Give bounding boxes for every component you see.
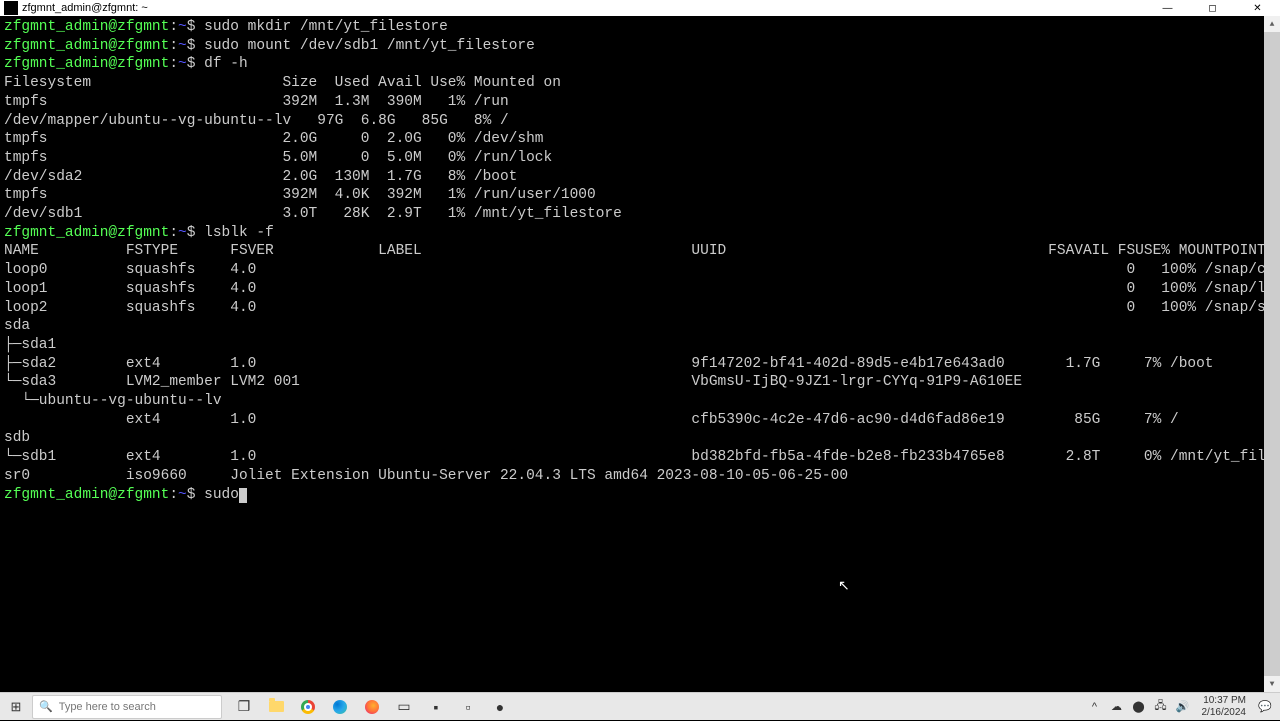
df-row: /dev/mapper/ubuntu--vg-ubuntu--lv 97G 6.… xyxy=(4,113,509,129)
command-line: sudo mkdir /mnt/yt_filestore xyxy=(204,19,448,35)
windows-taskbar: ⊞ 🔍 Type here to search ❐ ▭ ▪ ▫ ● ^ ☁ ⬤ … xyxy=(0,692,1280,720)
command-line: lsblk -f xyxy=(204,225,274,241)
clock-time: 10:37 PM xyxy=(1202,695,1247,707)
scroll-track[interactable] xyxy=(1264,32,1280,676)
tray-overflow-icon[interactable]: ^ xyxy=(1086,693,1104,721)
edge-icon[interactable] xyxy=(324,693,356,721)
df-row: /dev/sda2 2.0G 130M 1.7G 8% /boot xyxy=(4,169,517,185)
lsblk-row: sdb xyxy=(4,430,30,446)
command-line: sudo xyxy=(204,487,239,503)
volume-icon[interactable]: 🔊 xyxy=(1174,693,1192,721)
notifications-icon[interactable]: 💬 xyxy=(1256,693,1274,721)
vertical-scrollbar[interactable]: ▲ ▼ xyxy=(1264,16,1280,692)
command-line: sudo mount /dev/sdb1 /mnt/yt_filestore xyxy=(204,38,535,54)
scroll-down-button[interactable]: ▼ xyxy=(1264,676,1280,692)
lsblk-row: └─ubuntu--vg-ubuntu--lv xyxy=(4,393,222,409)
lsblk-row: ├─sda2 ext4 1.0 9f147202-bf41-402d-89d5-… xyxy=(4,356,1214,372)
df-row: tmpfs 392M 1.3M 390M 1% /run xyxy=(4,94,509,110)
clock-date: 2/16/2024 xyxy=(1202,707,1247,719)
terminal-icon[interactable]: ▪ xyxy=(420,693,452,721)
system-tray: ^ ☁ ⬤ 🖧 🔊 10:37 PM 2/16/2024 💬 xyxy=(1086,693,1280,721)
network-icon[interactable]: 🖧 xyxy=(1152,693,1170,721)
lsblk-row: loop0 squashfs 4.0 0 100% /snap/core20/1… xyxy=(4,262,1280,278)
taskbar-search[interactable]: 🔍 Type here to search xyxy=(32,695,222,719)
df-row: tmpfs 5.0M 0 5.0M 0% /run/lock xyxy=(4,150,552,166)
file-explorer-icon[interactable] xyxy=(260,693,292,721)
onedrive-icon[interactable]: ☁ xyxy=(1108,693,1126,721)
taskbar-clock[interactable]: 10:37 PM 2/16/2024 xyxy=(1196,695,1253,719)
taskbar-app-icon[interactable]: ▭ xyxy=(388,693,420,721)
lsblk-row: loop2 squashfs 4.0 0 100% /snap/snapd/19… xyxy=(4,300,1280,316)
prompt-user: zfgmnt_admin xyxy=(4,19,108,35)
scroll-thumb[interactable] xyxy=(1264,32,1280,676)
df-row: tmpfs 392M 4.0K 392M 1% /run/user/1000 xyxy=(4,187,596,203)
chrome-icon[interactable] xyxy=(292,693,324,721)
search-placeholder: Type here to search xyxy=(59,701,156,713)
taskbar-app-icon[interactable]: ● xyxy=(484,693,516,721)
lsblk-row: sda xyxy=(4,318,30,334)
prompt-path: ~ xyxy=(178,19,187,35)
lsblk-row: loop1 squashfs 4.0 0 100% /snap/lxd/2432… xyxy=(4,281,1280,297)
start-button[interactable]: ⊞ xyxy=(0,693,32,721)
window-titlebar: zfgmnt_admin@zfgmnt: ~ — ◻ ✕ xyxy=(0,0,1280,16)
maximize-button[interactable]: ◻ xyxy=(1190,0,1235,16)
scroll-up-button[interactable]: ▲ xyxy=(1264,16,1280,32)
taskbar-app-icon[interactable]: ▫ xyxy=(452,693,484,721)
prompt-host: zfgmnt xyxy=(117,19,169,35)
text-cursor xyxy=(239,488,247,503)
firefox-icon[interactable] xyxy=(356,693,388,721)
app-icon xyxy=(4,1,18,15)
lsblk-row: └─sdb1 ext4 1.0 bd382bfd-fb5a-4fde-b2e8-… xyxy=(4,449,1280,465)
lsblk-row: ├─sda1 xyxy=(4,337,56,353)
minimize-button[interactable]: — xyxy=(1145,0,1190,16)
tray-icon[interactable]: ⬤ xyxy=(1130,693,1148,721)
df-row: tmpfs 2.0G 0 2.0G 0% /dev/shm xyxy=(4,131,544,147)
lsblk-header: NAME FSTYPE FSVER LABEL UUID FSAVAIL FSU… xyxy=(4,243,1274,259)
command-line: df -h xyxy=(204,56,248,72)
search-icon: 🔍 xyxy=(39,700,53,713)
window-title: zfgmnt_admin@zfgmnt: ~ xyxy=(22,2,148,14)
df-row: /dev/sdb1 3.0T 28K 2.9T 1% /mnt/yt_files… xyxy=(4,206,622,222)
terminal-output[interactable]: zfgmnt_admin@zfgmnt:~$ sudo mkdir /mnt/y… xyxy=(0,16,1280,692)
lsblk-row: sr0 iso9660 Joliet Extension Ubuntu-Serv… xyxy=(4,468,848,484)
close-button[interactable]: ✕ xyxy=(1235,0,1280,16)
task-view-button[interactable]: ❐ xyxy=(228,693,260,721)
lsblk-row: └─sda3 LVM2_member LVM2 001 VbGmsU-IjBQ-… xyxy=(4,374,1022,390)
lsblk-row: ext4 1.0 cfb5390c-4c2e-47d6-ac90-d4d6fad… xyxy=(4,412,1179,428)
df-header: Filesystem Size Used Avail Use% Mounted … xyxy=(4,75,561,91)
